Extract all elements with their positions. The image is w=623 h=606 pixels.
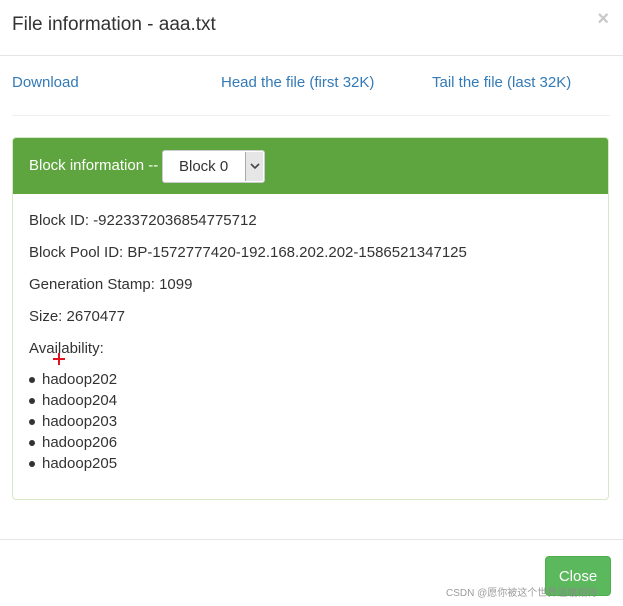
block-pool-id: Block Pool ID: BP-1572777420-192.168.202… [29, 244, 467, 261]
tail-file-link[interactable]: Tail the file (last 32K) [432, 74, 571, 91]
watermark: CSDN @愿你被这个世界温暖相待 [446, 588, 598, 599]
list-item: hadoop203 [0, 411, 117, 432]
block-select[interactable]: Block 0 [162, 150, 265, 183]
list-item: hadoop206 [0, 432, 117, 453]
divider [12, 115, 610, 116]
availability-label: Availability: [29, 340, 104, 357]
generation-stamp: Generation Stamp: 1099 [29, 276, 193, 293]
block-id: Block ID: -9223372036854775712 [29, 212, 257, 229]
list-item: hadoop204 [0, 390, 117, 411]
block-info-label: Block information -- [29, 157, 159, 174]
file-actions: Download Head the file (first 32K) Tail … [12, 74, 610, 94]
modal-title: File information - aaa.txt [12, 14, 216, 35]
download-link[interactable]: Download [12, 74, 79, 91]
crosshair-cursor-icon [53, 353, 65, 365]
head-file-link[interactable]: Head the file (first 32K) [221, 74, 374, 91]
list-item: hadoop202 [0, 369, 117, 390]
close-icon[interactable]: × [597, 9, 609, 29]
size: Size: 2670477 [29, 308, 125, 325]
availability-list: hadoop202 hadoop204 hadoop203 hadoop206 … [0, 369, 117, 474]
list-item: hadoop205 [0, 453, 117, 474]
chevron-down-icon[interactable] [245, 152, 263, 181]
block-select-value: Block 0 [179, 158, 229, 175]
panel-heading: Block information -- Block 0 [13, 138, 608, 194]
modal-header: File information - aaa.txt × [0, 0, 623, 56]
